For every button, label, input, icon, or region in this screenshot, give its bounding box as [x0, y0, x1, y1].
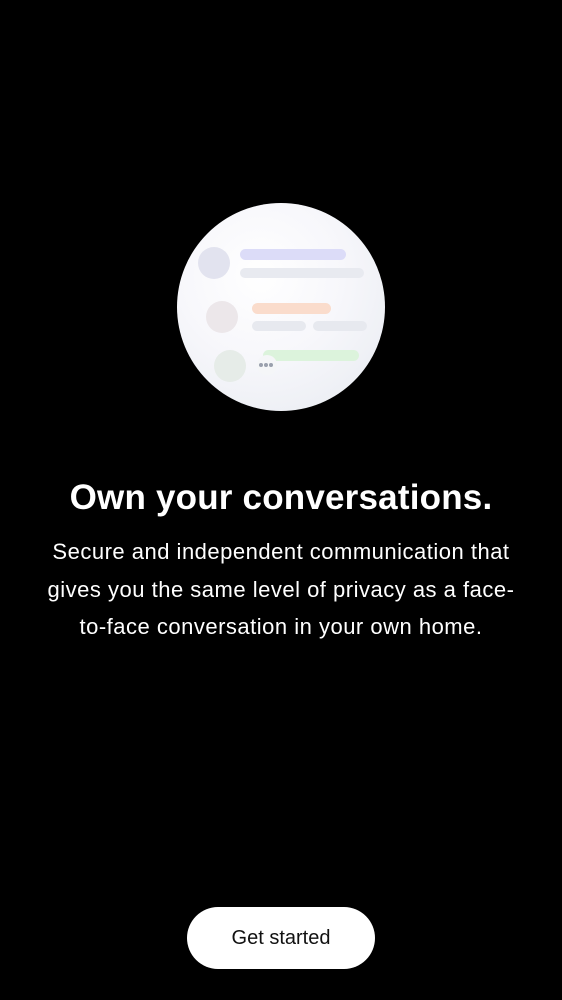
message-bar-grey-2 — [252, 321, 306, 331]
typing-dot-2 — [264, 363, 268, 367]
avatar-placeholder-1 — [198, 247, 230, 279]
avatar-placeholder-3 — [214, 350, 246, 382]
message-bar-grey-1 — [240, 268, 364, 278]
message-bar-orange — [252, 303, 331, 314]
get-started-button[interactable]: Get started — [187, 907, 375, 969]
message-bar-green — [263, 350, 359, 361]
message-bar-purple — [240, 249, 346, 260]
avatar-placeholder-2 — [206, 301, 238, 333]
typing-dot-3 — [269, 363, 273, 367]
description-text: Secure and independent communication tha… — [47, 539, 515, 639]
headline: Own your conversations. — [69, 478, 493, 517]
typing-dot-1 — [259, 363, 263, 367]
chat-preview-illustration-icon — [177, 203, 385, 411]
onboarding-screen: Own your conversations. Secure and indep… — [0, 0, 562, 1000]
message-bar-grey-3 — [313, 321, 367, 331]
